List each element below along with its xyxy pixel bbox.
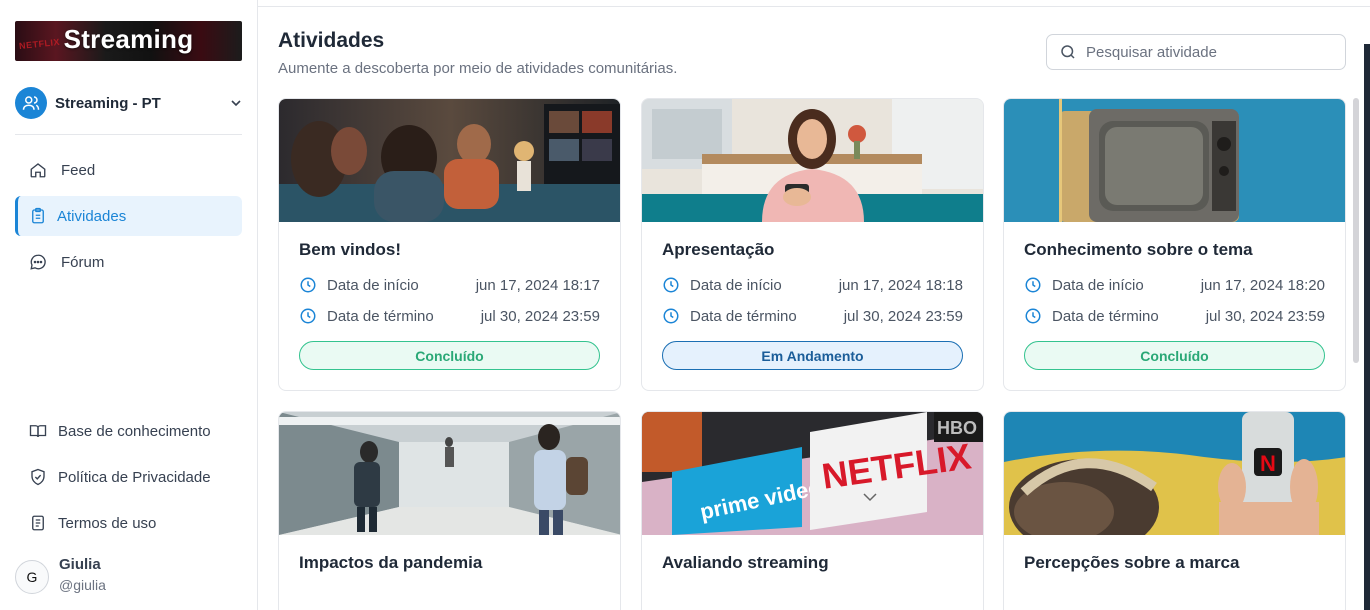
- card-title: Impactos da pandemia: [299, 553, 483, 572]
- card-image-friends-watching-tv: [279, 99, 620, 222]
- start-date: jun 17, 2024 18:20: [1200, 276, 1325, 294]
- status-badge[interactable]: Concluído: [1024, 341, 1325, 370]
- netflix-n-text: N: [1260, 451, 1276, 476]
- search-input[interactable]: [1086, 43, 1316, 61]
- activity-card[interactable]: prime video NETFLIX HBO Avaliando stream…: [641, 411, 984, 610]
- community-name: Streaming - PT: [55, 94, 161, 112]
- chat-icon: [29, 253, 47, 271]
- chevron-down-icon[interactable]: [228, 95, 244, 111]
- card-title: Percepções sobre a marca: [1024, 553, 1240, 572]
- end-label: Data de término: [690, 307, 797, 325]
- clock-icon: [1024, 307, 1042, 325]
- sidebar-item-feed[interactable]: Feed: [15, 150, 242, 190]
- clipboard-icon: [29, 207, 47, 225]
- start-date: jun 17, 2024 18:17: [475, 276, 600, 294]
- clock-icon: [299, 307, 317, 325]
- sidebar-item-label: Fórum: [61, 253, 105, 271]
- sidebar-item-label: Atividades: [57, 207, 127, 225]
- sidebar: NETFLIX Streaming Streaming - PT Feed At…: [0, 0, 258, 610]
- end-date: jul 30, 2024 23:59: [843, 307, 963, 325]
- end-label: Data de término: [1052, 307, 1159, 325]
- community-selector[interactable]: Streaming - PT: [15, 86, 244, 120]
- user-profile[interactable]: G Giulia @giulia: [15, 556, 106, 596]
- users-icon: [15, 87, 47, 119]
- end-label: Data de término: [327, 307, 434, 325]
- card-image-phone-netflix: N: [1004, 412, 1345, 535]
- card-start-row: Data de início jun 17, 2024 18:20: [1024, 275, 1325, 295]
- sidebar-item-label: Feed: [61, 161, 96, 179]
- start-label: Data de início: [1052, 276, 1144, 294]
- sidebar-item-knowledge-base[interactable]: Base de conhecimento: [15, 416, 242, 446]
- card-title: Conhecimento sobre o tema: [1024, 240, 1253, 259]
- card-image-woman-remote: [642, 99, 983, 222]
- sidebar-item-terms[interactable]: Termos de uso: [15, 508, 242, 538]
- start-date: jun 17, 2024 18:18: [838, 276, 963, 294]
- search-box[interactable]: [1046, 34, 1346, 70]
- page-subtitle: Aumente a descoberta por meio de ativida…: [278, 60, 678, 77]
- book-icon: [29, 422, 47, 440]
- card-start-row: Data de início jun 17, 2024 18:17: [299, 275, 600, 295]
- end-date: jul 30, 2024 23:59: [480, 307, 600, 325]
- sidebar-item-atividades[interactable]: Atividades: [15, 196, 242, 236]
- hbo-text: HBO: [937, 418, 977, 438]
- shield-icon: [29, 468, 47, 486]
- window-edge: [1364, 44, 1370, 610]
- card-start-row: Data de início jun 17, 2024 18:18: [662, 275, 963, 295]
- sidebar-item-forum[interactable]: Fórum: [15, 242, 242, 282]
- card-title: Bem vindos!: [299, 240, 402, 259]
- sidebar-item-privacy-policy[interactable]: Política de Privacidade: [15, 462, 242, 492]
- card-title: Avaliando streaming: [662, 553, 829, 572]
- brand-logo[interactable]: NETFLIX Streaming: [15, 21, 242, 61]
- logo-text: Streaming: [63, 24, 194, 54]
- end-date: jul 30, 2024 23:59: [1205, 307, 1325, 325]
- card-image-subway-masks: [279, 412, 620, 535]
- page-title: Atividades: [278, 29, 385, 52]
- clock-icon: [299, 276, 317, 294]
- activity-card[interactable]: Impactos da pandemia: [278, 411, 621, 610]
- top-divider: [258, 6, 1370, 7]
- card-end-row: Data de término jul 30, 2024 23:59: [662, 306, 963, 326]
- card-title: Apresentação: [662, 240, 775, 259]
- document-icon: [29, 514, 47, 532]
- avatar: G: [15, 560, 49, 594]
- user-handle: @giulia: [59, 577, 106, 593]
- activity-card[interactable]: Conhecimento sobre o tema Data de início…: [1003, 98, 1346, 391]
- activity-card[interactable]: Apresentação Data de início jun 17, 2024…: [641, 98, 984, 391]
- status-badge[interactable]: Concluído: [299, 341, 600, 370]
- status-badge[interactable]: Em Andamento: [662, 341, 963, 370]
- sidebar-item-label: Base de conhecimento: [58, 422, 211, 440]
- scrollbar[interactable]: [1353, 98, 1359, 363]
- activity-card[interactable]: N Percepções sobre a marca: [1003, 411, 1346, 610]
- search-icon: [1059, 43, 1077, 61]
- sidebar-item-label: Termos de uso: [58, 514, 157, 532]
- sidebar-item-label: Política de Privacidade: [58, 468, 211, 486]
- sidebar-divider: [15, 134, 242, 135]
- card-end-row: Data de término jul 30, 2024 23:59: [1024, 306, 1325, 326]
- clock-icon: [662, 307, 680, 325]
- card-image-retro-tv: [1004, 99, 1345, 222]
- activity-card[interactable]: Bem vindos! Data de início jun 17, 2024 …: [278, 98, 621, 391]
- card-image-streaming-logos: prime video NETFLIX HBO: [642, 412, 983, 535]
- start-label: Data de início: [690, 276, 782, 294]
- card-end-row: Data de término jul 30, 2024 23:59: [299, 306, 600, 326]
- user-name: Giulia: [59, 556, 101, 573]
- home-icon: [29, 161, 47, 179]
- start-label: Data de início: [327, 276, 419, 294]
- clock-icon: [1024, 276, 1042, 294]
- clock-icon: [662, 276, 680, 294]
